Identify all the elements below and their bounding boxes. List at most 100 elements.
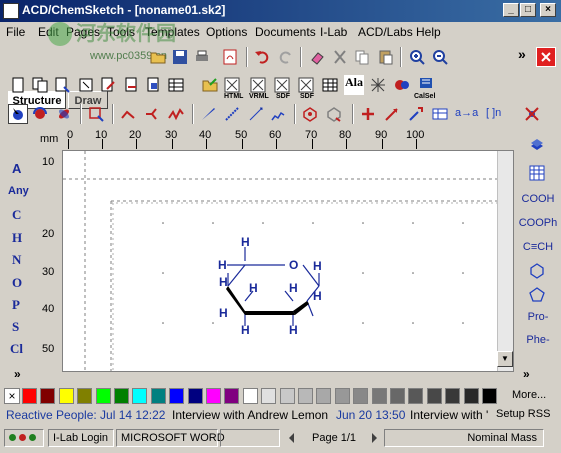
color-swatch[interactable] <box>95 388 111 404</box>
reaction-arrow-icon[interactable] <box>382 104 402 124</box>
copy-icon[interactable] <box>352 47 372 67</box>
atom-map-label[interactable]: a→a <box>455 107 478 119</box>
atom-H[interactable]: H <box>218 258 227 272</box>
element-A[interactable]: A <box>12 161 21 176</box>
clear-icon[interactable] <box>522 104 542 124</box>
reaction-icon[interactable] <box>122 75 142 95</box>
no-color-icon[interactable]: × <box>4 388 20 404</box>
dictionary-icon[interactable] <box>392 75 412 95</box>
page-props-icon[interactable] <box>52 75 72 95</box>
zoom-in-icon[interactable] <box>407 47 427 67</box>
color-swatch[interactable] <box>279 388 295 404</box>
element-N[interactable]: N <box>12 252 21 268</box>
paste-icon[interactable] <box>376 47 396 67</box>
vertical-scrollbar[interactable] <box>497 151 513 371</box>
minimize-button[interactable]: _ <box>503 3 519 17</box>
color-swatch[interactable] <box>150 388 166 404</box>
save-icon[interactable] <box>170 47 190 67</box>
news-item-head[interactable]: Reactive People: Jul 14 12:22 <box>6 408 165 422</box>
wedge-bond-icon[interactable] <box>198 104 218 124</box>
color-swatch[interactable] <box>58 388 74 404</box>
hash-bond-icon[interactable] <box>222 104 242 124</box>
atom-H[interactable]: H <box>241 323 250 337</box>
undo-icon[interactable] <box>252 47 272 67</box>
element-C[interactable]: C <box>12 207 21 223</box>
menu-file[interactable]: File <box>6 25 25 39</box>
page-icon[interactable] <box>8 75 28 95</box>
element-S[interactable]: S <box>12 319 19 335</box>
scroll-down-arrow[interactable]: ▼ <box>497 351 513 367</box>
color-swatch[interactable] <box>77 388 93 404</box>
cyclopentane-icon[interactable] <box>527 285 547 305</box>
color-swatch[interactable] <box>169 388 185 404</box>
eraser-icon[interactable] <box>307 47 327 67</box>
templates-icon[interactable] <box>527 135 547 155</box>
copy-page-icon[interactable] <box>30 75 50 95</box>
element-panel-more[interactable]: » <box>14 367 21 381</box>
export-sdf-icon[interactable] <box>272 75 292 95</box>
app-icon[interactable] <box>3 3 19 19</box>
redo-icon[interactable] <box>276 47 296 67</box>
lattice-icon[interactable] <box>368 75 388 95</box>
calsel-icon[interactable] <box>416 75 436 95</box>
color-swatch[interactable] <box>334 388 350 404</box>
template-phe[interactable]: Phe- <box>518 334 558 346</box>
atom-H[interactable]: H <box>289 281 298 295</box>
color-swatch[interactable] <box>445 388 461 404</box>
drawing-canvas[interactable]: O H H H H H H H H H H ▼ <box>62 150 514 372</box>
export-html-icon[interactable] <box>222 75 242 95</box>
more-colors-button[interactable]: More... <box>512 389 546 401</box>
menu-ilab[interactable]: I-Lab <box>320 25 347 39</box>
edit-page-icon[interactable] <box>98 75 118 95</box>
color-swatch[interactable] <box>187 388 203 404</box>
menu-help[interactable]: Help <box>416 25 441 39</box>
color-swatch[interactable] <box>371 388 387 404</box>
atom-O[interactable]: O <box>289 258 298 272</box>
select-move-icon[interactable] <box>8 104 28 124</box>
zigzag-icon[interactable] <box>166 104 186 124</box>
atom-H[interactable]: H <box>219 275 228 289</box>
toolbar-overflow-chevron[interactable]: » <box>518 46 526 62</box>
menu-acdlabs[interactable]: ACD/Labs <box>358 25 413 39</box>
atom-H[interactable]: H <box>219 306 228 320</box>
element-any[interactable]: Any <box>8 185 29 197</box>
chain-draw-icon[interactable] <box>268 104 288 124</box>
select-icon[interactable] <box>76 75 96 95</box>
color-swatch[interactable] <box>132 388 148 404</box>
cut-icon[interactable] <box>330 47 350 67</box>
export-sdf2-icon[interactable] <box>296 75 316 95</box>
color-swatch[interactable] <box>242 388 258 404</box>
color-swatch[interactable] <box>261 388 277 404</box>
color-swatch[interactable] <box>40 388 56 404</box>
color-swatch[interactable] <box>114 388 129 404</box>
template-ethynyl[interactable]: C≡CH <box>518 241 558 253</box>
molecule-structure[interactable] <box>63 151 513 371</box>
atom-H[interactable]: H <box>313 259 322 273</box>
color-swatch[interactable] <box>298 388 313 404</box>
spreadsheet-icon[interactable] <box>320 75 340 95</box>
table-icon[interactable] <box>166 75 186 95</box>
chain-icon[interactable] <box>142 104 162 124</box>
color-swatch[interactable] <box>482 388 497 404</box>
prev-page-icon[interactable] <box>284 430 300 446</box>
element-P[interactable]: P <box>12 297 20 313</box>
color-swatch[interactable] <box>463 388 479 404</box>
atom-H[interactable]: H <box>249 281 258 295</box>
next-page-icon[interactable] <box>366 430 382 446</box>
zoom-out-icon[interactable] <box>430 47 450 67</box>
color-swatch[interactable] <box>408 388 424 404</box>
3d-rotate-icon[interactable] <box>54 104 74 124</box>
ring-template-icon[interactable] <box>300 104 320 124</box>
news-item-body[interactable]: Interview with Andrew Lemon <box>172 408 328 422</box>
clean-structure-icon[interactable] <box>324 104 344 124</box>
peptide-ala-button[interactable]: Ala <box>344 75 364 95</box>
color-swatch[interactable] <box>206 388 221 404</box>
color-swatch[interactable] <box>426 388 442 404</box>
color-swatch[interactable] <box>22 388 37 404</box>
setup-rss-button[interactable]: Setup RSS <box>496 408 550 420</box>
template-grid-icon[interactable] <box>527 163 547 183</box>
benzene-icon[interactable] <box>527 261 547 281</box>
close-button[interactable]: × <box>540 3 556 17</box>
atom-properties-icon[interactable] <box>406 104 426 124</box>
news-item2-head[interactable]: Jun 20 13:50 <box>336 408 405 422</box>
